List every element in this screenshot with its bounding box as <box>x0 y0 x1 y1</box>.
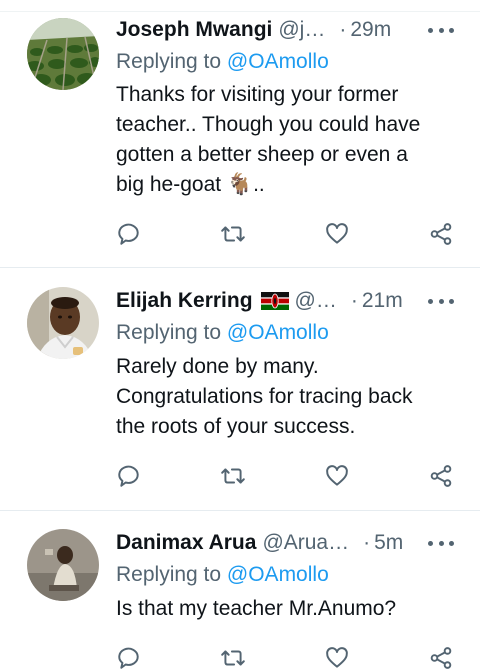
like-icon[interactable] <box>322 219 352 249</box>
tweet-text-line: teacher.. Though you could have <box>116 113 421 136</box>
tweet-text-line: Thanks for visiting your former <box>116 83 399 106</box>
retweet-icon[interactable] <box>218 643 248 672</box>
replying-to: Replying to @OAmollo <box>116 50 329 74</box>
divider <box>0 267 480 268</box>
tweet-actions <box>0 219 480 249</box>
tweet-text-line: big he-goat 🐐.. <box>116 173 265 196</box>
replying-to: Replying to @OAmollo <box>116 321 329 345</box>
mention-link[interactable]: @OAmollo <box>227 50 329 73</box>
separator-dot: · <box>363 531 371 554</box>
mention-link[interactable]: @OAmollo <box>227 321 329 344</box>
author-name[interactable]: Elijah Kerring <box>116 289 253 313</box>
replying-to: Replying to @OAmollo <box>116 563 329 587</box>
tweet-header: Danimax Arua @Arua… · 5m <box>116 528 403 558</box>
retweet-icon[interactable] <box>218 461 248 491</box>
more-options-icon[interactable] <box>428 289 454 313</box>
avatar[interactable] <box>27 18 99 90</box>
timestamp[interactable]: 21m <box>362 289 403 313</box>
author-handle[interactable]: @j… <box>278 18 325 42</box>
crop-field-photo <box>27 18 99 90</box>
tweet-text-line: gotten a better sheep or even a <box>116 143 408 166</box>
author-name[interactable]: Danimax Arua <box>116 531 256 555</box>
author-handle[interactable]: @… <box>295 289 337 313</box>
more-options-icon[interactable] <box>428 18 454 42</box>
child-photo <box>27 529 99 601</box>
avatar[interactable] <box>27 529 99 601</box>
tweet-header: Joseph Mwangi @j… · 29m <box>116 15 391 45</box>
avatar[interactable] <box>27 287 99 359</box>
tweet-header: Elijah Kerring @… · 21m <box>116 286 403 316</box>
timestamp[interactable]: 5m <box>374 531 403 555</box>
replying-prefix: Replying to <box>116 50 222 73</box>
author-name[interactable]: Joseph Mwangi <box>116 18 272 42</box>
reply-icon[interactable] <box>115 219 145 249</box>
timestamp[interactable]: 29m <box>350 18 391 42</box>
tweet-text-line: Congratulations for tracing back <box>116 385 413 408</box>
more-options-icon[interactable] <box>428 531 454 555</box>
replying-prefix: Replying to <box>116 563 222 586</box>
share-icon[interactable] <box>426 461 456 491</box>
tweet-text-line: the roots of your success. <box>116 415 356 438</box>
reply-icon[interactable] <box>115 643 145 672</box>
tweet-text: Is that my teacher Mr.Anumo? <box>116 594 456 624</box>
tweet-actions <box>0 461 480 491</box>
tweet-text-line: Rarely done by many. <box>116 355 319 378</box>
like-icon[interactable] <box>322 461 352 491</box>
tweet-text: Rarely done by many. Congratulations for… <box>116 352 456 442</box>
author-handle[interactable]: @Arua… <box>262 531 349 555</box>
tweet-actions <box>0 643 480 672</box>
top-border <box>0 0 480 12</box>
retweet-icon[interactable] <box>218 219 248 249</box>
separator-dot: · <box>339 18 347 41</box>
man-portrait-photo <box>27 287 99 359</box>
like-icon[interactable] <box>322 643 352 672</box>
kenya-flag-icon <box>260 292 289 310</box>
mention-link[interactable]: @OAmollo <box>227 563 329 586</box>
tweet-text-line: Is that my teacher Mr.Anumo? <box>116 597 397 620</box>
reply-icon[interactable] <box>115 461 145 491</box>
share-icon[interactable] <box>426 643 456 672</box>
separator-dot: · <box>350 289 358 312</box>
replying-prefix: Replying to <box>116 321 222 344</box>
tweet-text: Thanks for visiting your former teacher.… <box>116 80 456 200</box>
share-icon[interactable] <box>426 219 456 249</box>
divider <box>0 510 480 511</box>
